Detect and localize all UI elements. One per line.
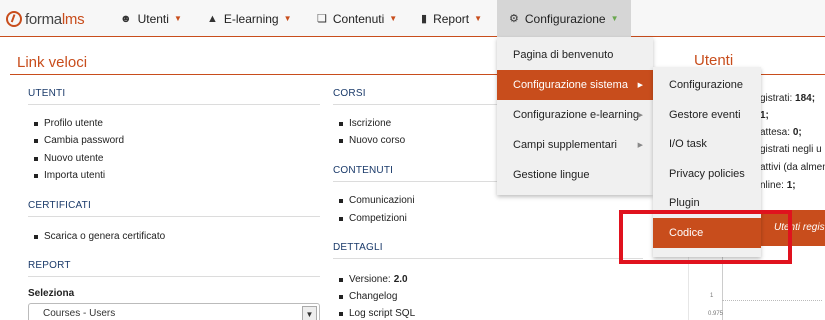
menu-item-label: Gestione lingue bbox=[513, 169, 590, 181]
link-scarica-certificato[interactable]: Scarica o genera certificato bbox=[34, 231, 165, 242]
stat-value: 0; bbox=[792, 127, 802, 138]
submenu-arrow-icon: ▶ bbox=[637, 112, 643, 119]
corsi-header: CORSI bbox=[333, 88, 366, 99]
nav-report[interactable]: ▮ Report ▼ bbox=[421, 0, 482, 37]
utenti-divider bbox=[28, 104, 320, 105]
nav-contenuti[interactable]: ❏ Contenuti ▼ bbox=[317, 0, 397, 37]
menu-pagina-benvenuto[interactable]: Pagina di benvenuto bbox=[497, 40, 653, 70]
report-header: REPORT bbox=[28, 260, 71, 271]
link-iscrizione[interactable]: Iscrizione bbox=[339, 118, 391, 129]
menu-configurazione-elearning[interactable]: Configurazione e-learning ▶ bbox=[497, 100, 653, 130]
utenti-header: UTENTI bbox=[28, 88, 66, 99]
submenu-io-task[interactable]: I/O task bbox=[653, 129, 761, 159]
users-icon: ☻ bbox=[120, 12, 132, 25]
version-value: 2.0 bbox=[393, 274, 408, 285]
stat-label: gistrati negli u bbox=[760, 144, 822, 155]
chart-tick: 0.975 bbox=[708, 311, 724, 317]
link-competizioni[interactable]: Competizioni bbox=[339, 213, 407, 224]
submenu-arrow-icon: ▶ bbox=[637, 82, 643, 89]
certificati-header: CERTIFICATI bbox=[28, 200, 91, 211]
link-profilo-utente[interactable]: Profilo utente bbox=[34, 118, 103, 129]
caret-down-icon: ▼ bbox=[474, 14, 483, 23]
link-nuovo-utente[interactable]: Nuovo utente bbox=[34, 153, 104, 164]
caret-down-icon: ▼ bbox=[389, 14, 398, 23]
nav-report-label: Report bbox=[433, 11, 470, 26]
nav-utenti[interactable]: ☻ Utenti ▼ bbox=[120, 0, 182, 37]
menu-campi-supplementari[interactable]: Campi supplementari ▶ bbox=[497, 130, 653, 160]
graduation-cap-icon: ▲ bbox=[207, 12, 218, 25]
caret-down-icon: ▼ bbox=[610, 14, 619, 23]
stat-label: attivi (da almen bbox=[760, 162, 825, 173]
nav-contenuti-label: Contenuti bbox=[332, 11, 385, 26]
caret-down-icon: ▼ bbox=[283, 14, 292, 23]
chart-tick: 1 bbox=[710, 293, 714, 299]
nav-configurazione[interactable]: ⚙ Configurazione ▼ bbox=[497, 0, 631, 37]
link-comunicazioni[interactable]: Comunicazioni bbox=[339, 195, 415, 206]
version-info: Versione: 2.0 bbox=[339, 274, 408, 285]
stat-label: nline: bbox=[760, 180, 784, 191]
stat-value: 1; bbox=[786, 180, 796, 191]
stat-label: gistrati: bbox=[760, 93, 793, 104]
stat-value: 184; bbox=[795, 93, 816, 104]
menu-gestione-lingue[interactable]: Gestione lingue bbox=[497, 160, 653, 190]
menu-configurazione-sistema[interactable]: Configurazione sistema ▶ bbox=[497, 70, 653, 100]
configurazione-menu: Pagina di benvenuto Configurazione siste… bbox=[497, 37, 653, 195]
version-label: Versione: bbox=[349, 274, 391, 285]
stat-online: nline: 1; bbox=[760, 180, 796, 191]
page-title: Link veloci bbox=[17, 54, 88, 71]
link-importa-utenti[interactable]: Importa utenti bbox=[34, 170, 105, 181]
certificati-divider bbox=[28, 216, 320, 217]
submenu-configurazione[interactable]: Configurazione bbox=[653, 70, 761, 100]
copy-icon: ❏ bbox=[317, 13, 327, 25]
nav-utenti-label: Utenti bbox=[137, 11, 169, 26]
contenuti-header: CONTENUTI bbox=[333, 165, 394, 176]
report-select[interactable]: Courses - Users ▼ bbox=[28, 303, 320, 320]
chart-gridline bbox=[722, 300, 822, 301]
logo[interactable]: formalms bbox=[6, 9, 85, 29]
menu-item-label: Pagina di benvenuto bbox=[513, 49, 614, 61]
submenu-gestore-eventi[interactable]: Gestore eventi bbox=[653, 100, 761, 130]
caret-down-icon: ▼ bbox=[173, 14, 182, 23]
stat-registrati: gistrati: 184; bbox=[760, 93, 815, 104]
menu-item-label: Configurazione e-learning bbox=[513, 109, 639, 121]
logo-text: formalms bbox=[25, 10, 85, 28]
cogs-icon: ⚙ bbox=[509, 13, 519, 25]
report-select-value: Courses - Users bbox=[43, 308, 116, 319]
stat-line-2: 1; bbox=[760, 110, 769, 121]
link-nuovo-corso[interactable]: Nuovo corso bbox=[339, 135, 405, 146]
submenu-arrow-icon: ▶ bbox=[637, 142, 643, 149]
menu-item-label: Configurazione sistema bbox=[513, 79, 628, 91]
nav-elearning-label: E-learning bbox=[223, 11, 279, 26]
stat-label: attesa: bbox=[760, 127, 791, 138]
stat-value: 1; bbox=[760, 110, 769, 121]
stat-attesa: attesa: 0; bbox=[760, 127, 802, 138]
report-select-label: Seleziona bbox=[28, 288, 75, 299]
stat-registrati-negli: gistrati negli u bbox=[760, 144, 822, 155]
link-log-script-sql[interactable]: Log script SQL bbox=[339, 308, 415, 319]
menu-item-label: Campi supplementari bbox=[513, 139, 617, 151]
highlight-annotation bbox=[619, 210, 792, 264]
dettagli-divider bbox=[333, 258, 643, 259]
nav-configurazione-label: Configurazione bbox=[524, 11, 606, 26]
submenu-privacy-policies[interactable]: Privacy policies bbox=[653, 159, 761, 189]
chevron-down-icon[interactable]: ▼ bbox=[302, 306, 317, 320]
logo-icon bbox=[6, 11, 22, 27]
bar-chart-icon: ▮ bbox=[421, 13, 428, 25]
stat-attivi: attivi (da almen bbox=[760, 162, 825, 173]
report-divider bbox=[28, 276, 320, 277]
nav-elearning[interactable]: ▲ E-learning ▼ bbox=[207, 0, 292, 37]
link-cambia-password[interactable]: Cambia password bbox=[34, 135, 124, 146]
link-changelog[interactable]: Changelog bbox=[339, 291, 397, 302]
dettagli-header: DETTAGLI bbox=[333, 242, 383, 253]
